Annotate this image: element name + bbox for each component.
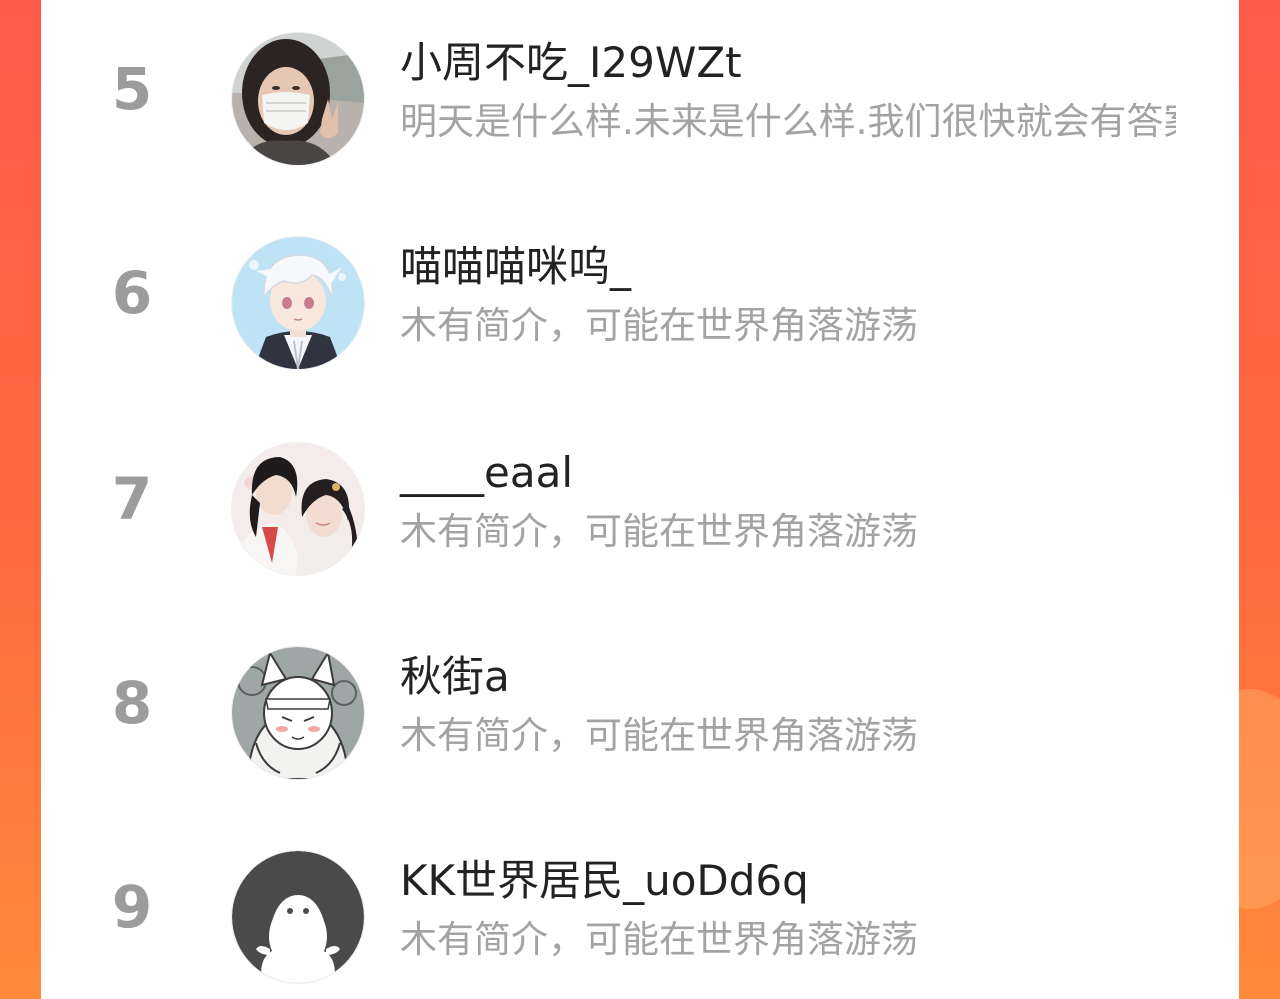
ranking-row[interactable]: 6 喵喵喵咪呜_ 木有简介，可能在世界角落游荡 bbox=[41, 204, 1239, 384]
rank-number: 5 bbox=[111, 55, 153, 123]
user-bio: 木有简介，可能在世界角落游荡 bbox=[400, 510, 918, 553]
user-bio: 木有简介，可能在世界角落游荡 bbox=[400, 918, 918, 961]
default-ghost-avatar-icon[interactable] bbox=[231, 850, 365, 984]
user-name[interactable]: 小周不吃_I29WZt bbox=[400, 38, 1180, 88]
rank-number: 8 bbox=[111, 669, 153, 737]
user-bio: 木有简介，可能在世界角落游荡 bbox=[400, 714, 918, 757]
ranking-row[interactable]: 5 小周不吃_I29WZt 明天是什么样.未来是什么样.我们很快就会有答案 bbox=[41, 0, 1239, 180]
ranking-page-background: 5 小周不吃_I29WZt 明天是什么样.未来是什么样.我们很快就会有答案 6 … bbox=[0, 0, 1280, 999]
photo-girl-mask-avatar-icon[interactable] bbox=[231, 32, 365, 166]
user-name[interactable]: 喵喵喵咪呜_ bbox=[400, 242, 1180, 292]
user-name[interactable]: KK世界居民_uoDd6q bbox=[400, 856, 1180, 906]
user-name[interactable]: ____eaal bbox=[400, 448, 1180, 498]
sketch-fox-girl-avatar-icon[interactable] bbox=[231, 646, 365, 780]
rank-number: 6 bbox=[111, 259, 153, 327]
ranking-row[interactable]: 8 秋街a 木有简介，可能在世界角落游荡 bbox=[41, 614, 1239, 794]
ranking-list-card: 5 小周不吃_I29WZt 明天是什么样.未来是什么样.我们很快就会有答案 6 … bbox=[41, 0, 1239, 999]
rank-number: 9 bbox=[111, 873, 153, 941]
user-bio: 木有简介，可能在世界角落游荡 bbox=[400, 304, 918, 347]
rank-number: 7 bbox=[111, 465, 153, 533]
user-name[interactable]: 秋街a bbox=[400, 652, 1180, 702]
anime-couple-avatar-icon[interactable] bbox=[231, 442, 365, 576]
user-bio: 明天是什么样.未来是什么样.我们很快就会有答案 bbox=[400, 100, 1176, 143]
ranking-row[interactable]: 9 KK世界居民_uoDd6q 木有简介，可能在世界角落游荡 bbox=[41, 818, 1239, 998]
ranking-row[interactable]: 7 ____eaal 木有简介，可能在世界角落游荡 bbox=[41, 410, 1239, 590]
anime-white-hair-boy-avatar-icon[interactable] bbox=[231, 236, 365, 370]
